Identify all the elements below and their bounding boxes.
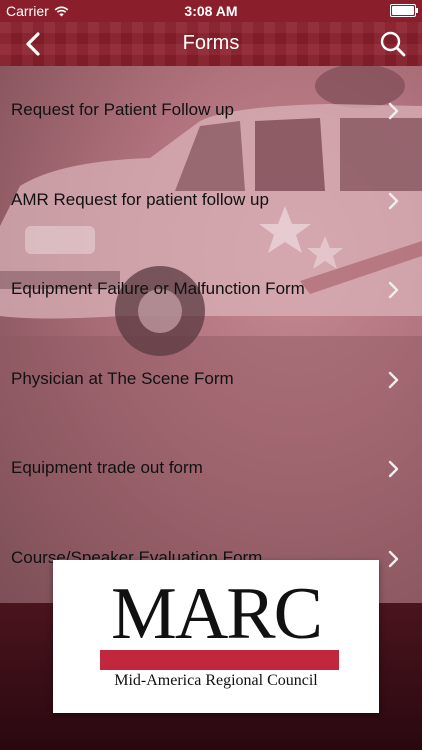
logo-red-bar <box>100 650 339 670</box>
chevron-right-icon <box>388 102 399 120</box>
form-row-label: Equipment Failure or Malfunction Form <box>11 279 305 298</box>
logo-subtitle: Mid-America Regional Council <box>114 672 318 689</box>
status-time: 3:08 AM <box>184 3 238 19</box>
form-row-label: Request for Patient Follow up <box>11 100 235 119</box>
logo-title: MARC <box>111 573 323 655</box>
form-row-label: AMR Request for patient follow up <box>11 189 269 209</box>
marc-logo: MARC Mid-America Regional Council <box>53 560 379 713</box>
form-row-label: Equipment trade out form <box>11 458 203 477</box>
form-row-equipment-trade-out[interactable]: Equipment trade out form <box>0 424 422 514</box>
chevron-right-icon <box>388 281 399 299</box>
form-row-physician-at-scene[interactable]: Physician at The Scene Form <box>0 335 422 425</box>
search-button[interactable] <box>378 29 408 59</box>
chevron-right-icon <box>388 550 399 567</box>
chevron-right-icon <box>388 192 399 209</box>
form-row-patient-follow-up[interactable]: Request for Patient Follow up <box>0 66 422 156</box>
forms-list-container[interactable]: Request for Patient Follow up AMR Reques… <box>0 66 422 603</box>
form-row-label: Physician at The Scene Form <box>11 368 234 388</box>
status-bar: Carrier 3:08 AM <box>0 0 422 22</box>
navigation-bar: Forms <box>0 22 422 67</box>
form-row-amr-follow-up[interactable]: AMR Request for patient follow up <box>0 156 422 246</box>
chevron-right-icon <box>388 460 399 478</box>
form-row-equipment-failure[interactable]: Equipment Failure or Malfunction Form <box>0 245 422 335</box>
forms-list: Request for Patient Follow up AMR Reques… <box>0 66 422 603</box>
battery-icon <box>390 4 418 17</box>
page-title: Forms <box>182 32 240 54</box>
chevron-right-icon <box>388 371 399 388</box>
search-icon <box>380 31 406 57</box>
